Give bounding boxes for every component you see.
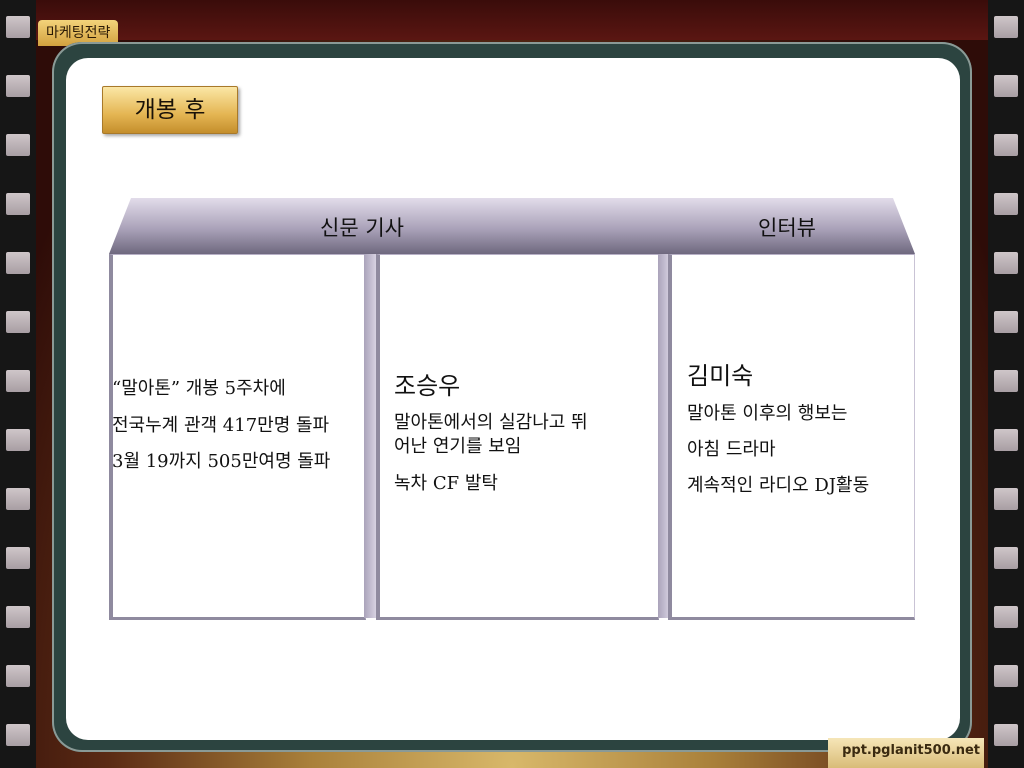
actor-line-2: 어난 연기를 보임 xyxy=(394,436,522,457)
film-hole xyxy=(6,429,30,451)
interview-line-1: 말아톤 이후의 행보는 xyxy=(687,403,848,424)
film-hole xyxy=(6,488,30,510)
film-hole xyxy=(6,724,30,746)
film-hole xyxy=(6,193,30,215)
film-strip-left xyxy=(0,0,36,768)
header-interview: 인터뷰 xyxy=(758,216,816,240)
film-hole xyxy=(994,16,1018,38)
interview-name: 김미숙 xyxy=(687,362,754,390)
film-hole xyxy=(994,134,1018,156)
film-hole xyxy=(994,75,1018,97)
header-news: 신문 기사 xyxy=(320,216,404,240)
film-hole xyxy=(6,75,30,97)
film-strip-right xyxy=(988,0,1024,768)
footer-watermark: ppt.pglanit500.net xyxy=(828,738,984,768)
film-hole xyxy=(6,311,30,333)
actor-name: 조승우 xyxy=(394,372,461,400)
actor-line-1: 말아톤에서의 실감나고 뛰 xyxy=(394,412,588,433)
film-hole xyxy=(6,606,30,628)
news-line-3: 3월 19까지 505만여명 돌파 xyxy=(112,451,331,472)
film-hole xyxy=(994,370,1018,392)
film-hole xyxy=(994,606,1018,628)
news-card xyxy=(109,254,366,620)
card-divider xyxy=(364,254,376,618)
interview-line-2: 아침 드라마 xyxy=(687,439,776,460)
background-top xyxy=(36,0,988,40)
interview-line-3: 계속적인 라디오 DJ활동 xyxy=(687,475,870,496)
film-hole xyxy=(994,665,1018,687)
actor-line-3: 녹차 CF 발탁 xyxy=(394,473,498,494)
film-hole xyxy=(994,252,1018,274)
film-hole xyxy=(6,252,30,274)
film-hole xyxy=(6,370,30,392)
film-hole xyxy=(6,16,30,38)
news-line-2: 전국누계 관객 417만명 돌파 xyxy=(112,415,330,436)
film-hole xyxy=(994,193,1018,215)
film-hole xyxy=(994,724,1018,746)
film-hole xyxy=(994,547,1018,569)
film-hole xyxy=(6,547,30,569)
film-hole xyxy=(6,665,30,687)
film-hole xyxy=(994,311,1018,333)
film-hole xyxy=(994,429,1018,451)
slide-title: 개봉 후 xyxy=(102,86,238,134)
film-hole xyxy=(6,134,30,156)
news-line-1: “말아톤” 개봉 5주차에 xyxy=(112,378,286,399)
film-hole xyxy=(994,488,1018,510)
